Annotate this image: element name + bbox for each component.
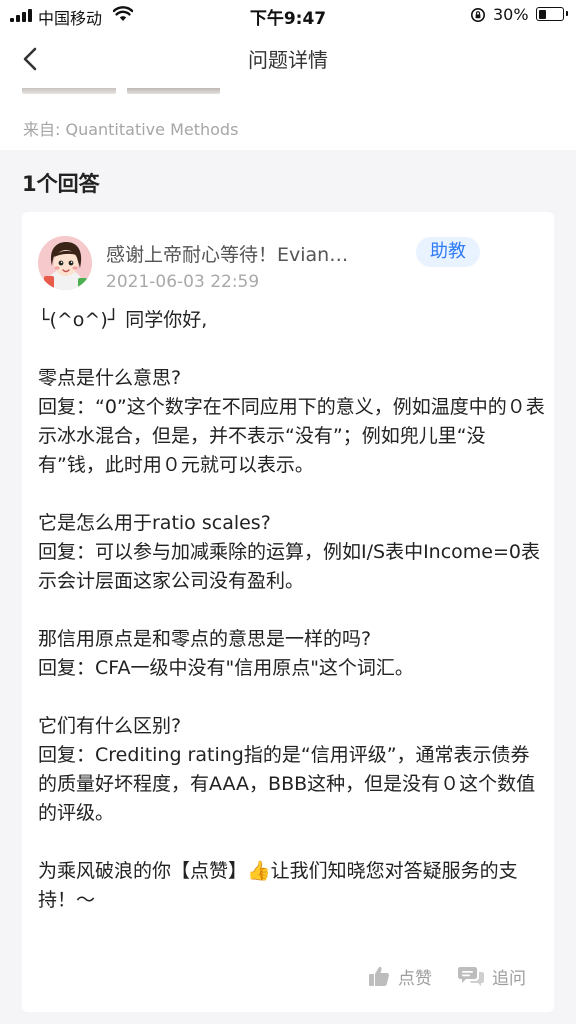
answer-paragraph: └(^o^)┘ 同学你好, — [38, 309, 208, 331]
teaching-assistant-badge: 助教 — [416, 237, 480, 267]
page-title: 问题详情 — [248, 48, 328, 72]
clock: 下午9:47 — [249, 9, 327, 29]
answer-paragraph: 它是怎么用于ratio scales? 回复：可以参与加减乘除的运算，例如I/S… — [38, 512, 540, 592]
answer-paragraph: 它们有什么区别? 回复：Crediting rating指的是“信用评级”，通常… — [38, 715, 536, 824]
battery-percentage: 30% — [493, 5, 529, 24]
question-source: 来自: Quantitative Methods — [23, 120, 239, 139]
answer-card: 感谢上帝耐心等待！Evian… 助教 2021-06-03 22:59 └(^o… — [22, 212, 554, 1012]
like-button[interactable]: 点赞 — [368, 962, 432, 990]
cartoon-girl-avatar-icon — [38, 236, 92, 290]
question-detail-screen: 中国移动 下午9:47 30% 问题详情 来自: Quantitative Me… — [0, 0, 576, 1024]
answer-paragraph: 零点是什么意思? 回复：“0”这个数字在不同应用下的意义，例如温度中的０表示冰水… — [38, 367, 545, 476]
author-name[interactable]: 感谢上帝耐心等待！Evian… — [106, 240, 348, 267]
answer-paragraph: 为乘风破浪的你【点赞】👍让我们知晓您对答疑服务的支持！～ — [38, 860, 518, 911]
follow-up-label: 追问 — [492, 968, 526, 989]
author-avatar[interactable] — [38, 236, 92, 290]
question-section: 来自: Quantitative Methods — [0, 88, 576, 150]
answer-timestamp: 2021-06-03 22:59 — [106, 272, 260, 292]
answers-count-heading: 1个回答 — [22, 172, 100, 196]
navigation-bar: 问题详情 — [0, 30, 576, 88]
question-image-thumbnail[interactable] — [22, 88, 116, 94]
answer-content: └(^o^)┘ 同学你好, 零点是什么意思? 回复：“0”这个数字在不同应用下的… — [38, 306, 546, 944]
like-label: 点赞 — [398, 968, 432, 989]
orientation-lock-icon — [471, 8, 485, 22]
thumbs-up-icon — [369, 966, 389, 986]
answer-paragraph: 那信用原点是和零点的意思是一样的吗? 回复：CFA一级中没有"信用原点"这个词汇… — [38, 628, 414, 679]
status-bar: 中国移动 下午9:47 30% — [0, 0, 576, 30]
follow-up-button[interactable]: 追问 — [458, 962, 526, 990]
question-image-thumbnail[interactable] — [127, 88, 220, 94]
chat-bubbles-icon — [458, 967, 484, 986]
battery-icon — [536, 7, 568, 21]
